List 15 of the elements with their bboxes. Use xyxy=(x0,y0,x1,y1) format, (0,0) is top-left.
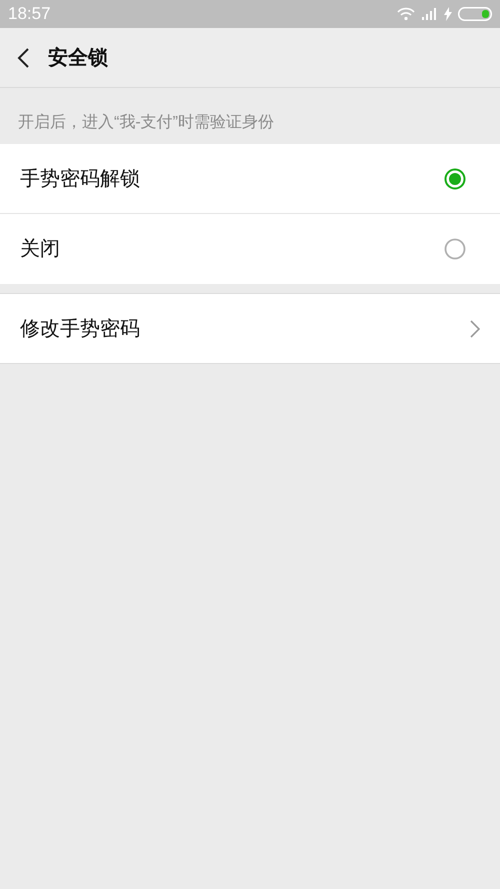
back-icon[interactable] xyxy=(16,46,30,68)
status-time: 18:57 xyxy=(8,3,51,26)
option-label: 关闭 xyxy=(20,237,60,262)
row-label: 修改手势密码 xyxy=(20,316,140,342)
option-label: 手势密码解锁 xyxy=(20,166,140,192)
radio-button[interactable] xyxy=(444,238,466,260)
radio-button[interactable] xyxy=(444,168,466,190)
chevron-right-icon xyxy=(470,320,480,338)
charging-icon xyxy=(444,7,452,21)
hint-text: 开启后，进入“我-支付”时需验证身份 xyxy=(18,112,274,133)
signal-icon xyxy=(422,8,438,20)
settings-row[interactable]: 修改手势密码 xyxy=(0,294,500,364)
battery-icon xyxy=(458,7,492,21)
wifi-icon xyxy=(396,7,416,21)
page-title: 安全锁 xyxy=(48,46,108,70)
